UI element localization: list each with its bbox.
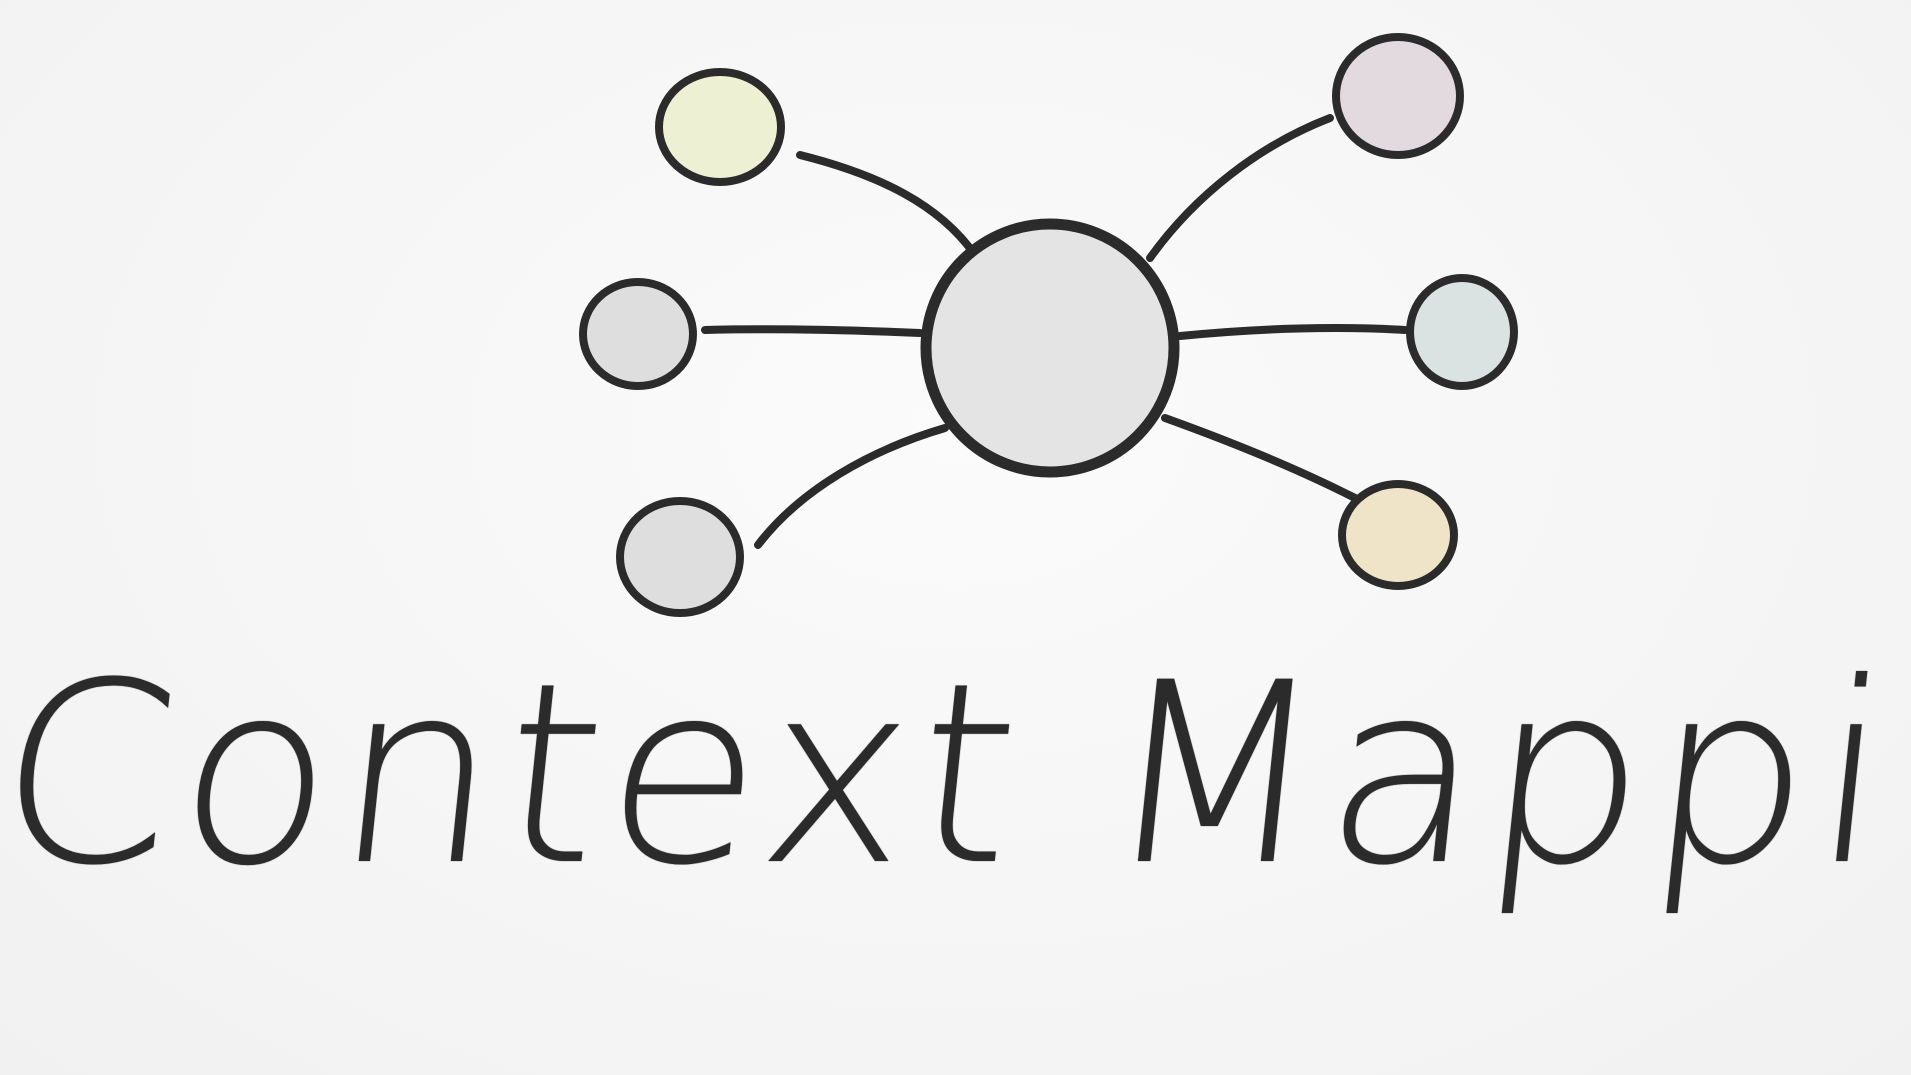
node-bottom-right xyxy=(1338,480,1458,590)
node-mid-right xyxy=(1406,274,1518,390)
node-top-left xyxy=(655,68,785,186)
node-center xyxy=(920,218,1180,478)
edge-top-left xyxy=(796,151,979,259)
edge-mid-right xyxy=(1176,324,1409,340)
node-top-right xyxy=(1332,33,1464,159)
edge-top-right xyxy=(1146,114,1334,262)
edge-bottom-left xyxy=(754,424,949,549)
diagram-title: Context Mapping xyxy=(0,629,1911,920)
diagram-canvas: Context Mapping xyxy=(0,0,1911,1075)
node-bottom-left xyxy=(616,497,744,617)
edge-bottom-right xyxy=(1161,414,1359,502)
edge-mid-left xyxy=(701,325,924,337)
node-mid-left xyxy=(579,278,697,390)
